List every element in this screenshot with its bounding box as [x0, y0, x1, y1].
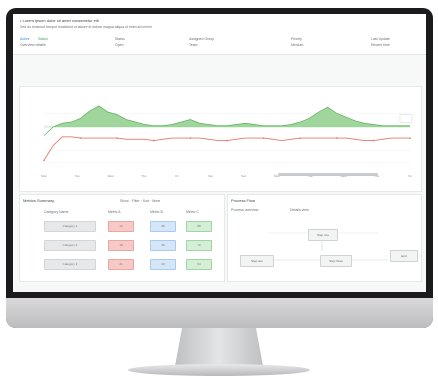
- data-point: [335, 137, 338, 139]
- x-tick-label: Sat: [208, 174, 213, 178]
- chart-scrollbar[interactable]: [278, 173, 378, 176]
- flow-node[interactable]: Step two: [240, 255, 274, 267]
- field-label: Priority: [291, 37, 302, 41]
- series-area: [44, 105, 410, 127]
- metric-c-cell: 72: [186, 240, 212, 251]
- data-point: [262, 137, 265, 139]
- field-value: Team: [189, 43, 198, 47]
- field-label: Last Update: [371, 37, 390, 41]
- x-tick-label: Wed: [107, 174, 113, 178]
- metric-a-cell: 18: [108, 240, 134, 251]
- row-label[interactable]: Category 3: [44, 259, 96, 270]
- tab-subtext: Overview details: [20, 43, 46, 47]
- flow-node[interactable]: Step three: [320, 255, 352, 267]
- metric-c-cell: 64: [186, 259, 212, 270]
- monitor-base: [128, 364, 310, 376]
- monitor-chin: [6, 298, 433, 328]
- page-subtitle: Sed do eiusmod tempor incididunt ut labo…: [20, 25, 152, 29]
- data-point: [189, 137, 192, 139]
- field-label: Assigned Group: [189, 37, 215, 41]
- row-label[interactable]: Category 2: [44, 240, 96, 251]
- header: • Lorem ipsum dolor sit amet consectetur…: [13, 14, 426, 55]
- field-value: Recent time: [371, 43, 390, 47]
- metric-b-cell: 33: [150, 259, 176, 270]
- metric-a-cell: 12: [108, 221, 134, 232]
- x-tick-label: Fri: [408, 174, 412, 178]
- metric-b-cell: 39: [150, 240, 176, 251]
- data-point: [372, 139, 375, 142]
- field-value: Open: [115, 43, 124, 47]
- chart-marker: [399, 114, 413, 123]
- data-point: [79, 137, 82, 139]
- col-header: Metric C: [186, 210, 200, 214]
- metrics-controls[interactable]: Show · Filter · Sort · More: [120, 199, 160, 203]
- data-point: [116, 137, 119, 139]
- chart-panel: Mon Tue Wed Thu Fri Sat Sun Mon Tue Wed Thu Fri: [19, 86, 422, 192]
- data-point: [226, 139, 228, 142]
- x-tick-label: Fri: [175, 174, 179, 178]
- col-header: Category Name: [44, 210, 69, 214]
- data-point: [152, 139, 155, 142]
- field-label: Status: [115, 37, 125, 41]
- data-point: [43, 159, 45, 162]
- data-point: [299, 137, 302, 139]
- col-header: Metric A: [108, 210, 121, 214]
- field-value: Medium: [291, 43, 304, 47]
- metrics-panel: Metrics Summary Show · Filter · Sort · M…: [19, 194, 225, 282]
- screen: • Lorem ipsum dolor sit amet consectetur…: [13, 14, 426, 292]
- tab-active[interactable]: Active: [20, 37, 30, 41]
- tab-status[interactable]: Status: [38, 37, 48, 41]
- metric-b-cell: 45: [150, 221, 176, 232]
- page-title: • Lorem ipsum dolor sit amet consectetur…: [20, 18, 99, 23]
- x-tick-label: Mon: [41, 174, 47, 178]
- x-tick-label: Sun: [241, 174, 247, 178]
- x-tick-label: Thu: [141, 174, 147, 178]
- process-panel: Process Flow Process overview Details vi…: [227, 194, 422, 282]
- col-header: Metric B: [150, 210, 163, 214]
- flow-node[interactable]: Step one: [308, 229, 338, 241]
- metric-a-cell: 21: [108, 259, 134, 270]
- metrics-title: Metrics Summary: [23, 198, 55, 203]
- row-label[interactable]: Category 1: [44, 221, 96, 232]
- data-point: [409, 137, 411, 139]
- metric-c-cell: 88: [186, 221, 212, 232]
- flow-node[interactable]: End: [390, 250, 418, 262]
- monitor-stand: [175, 328, 263, 366]
- x-tick-label: Tue: [75, 174, 80, 178]
